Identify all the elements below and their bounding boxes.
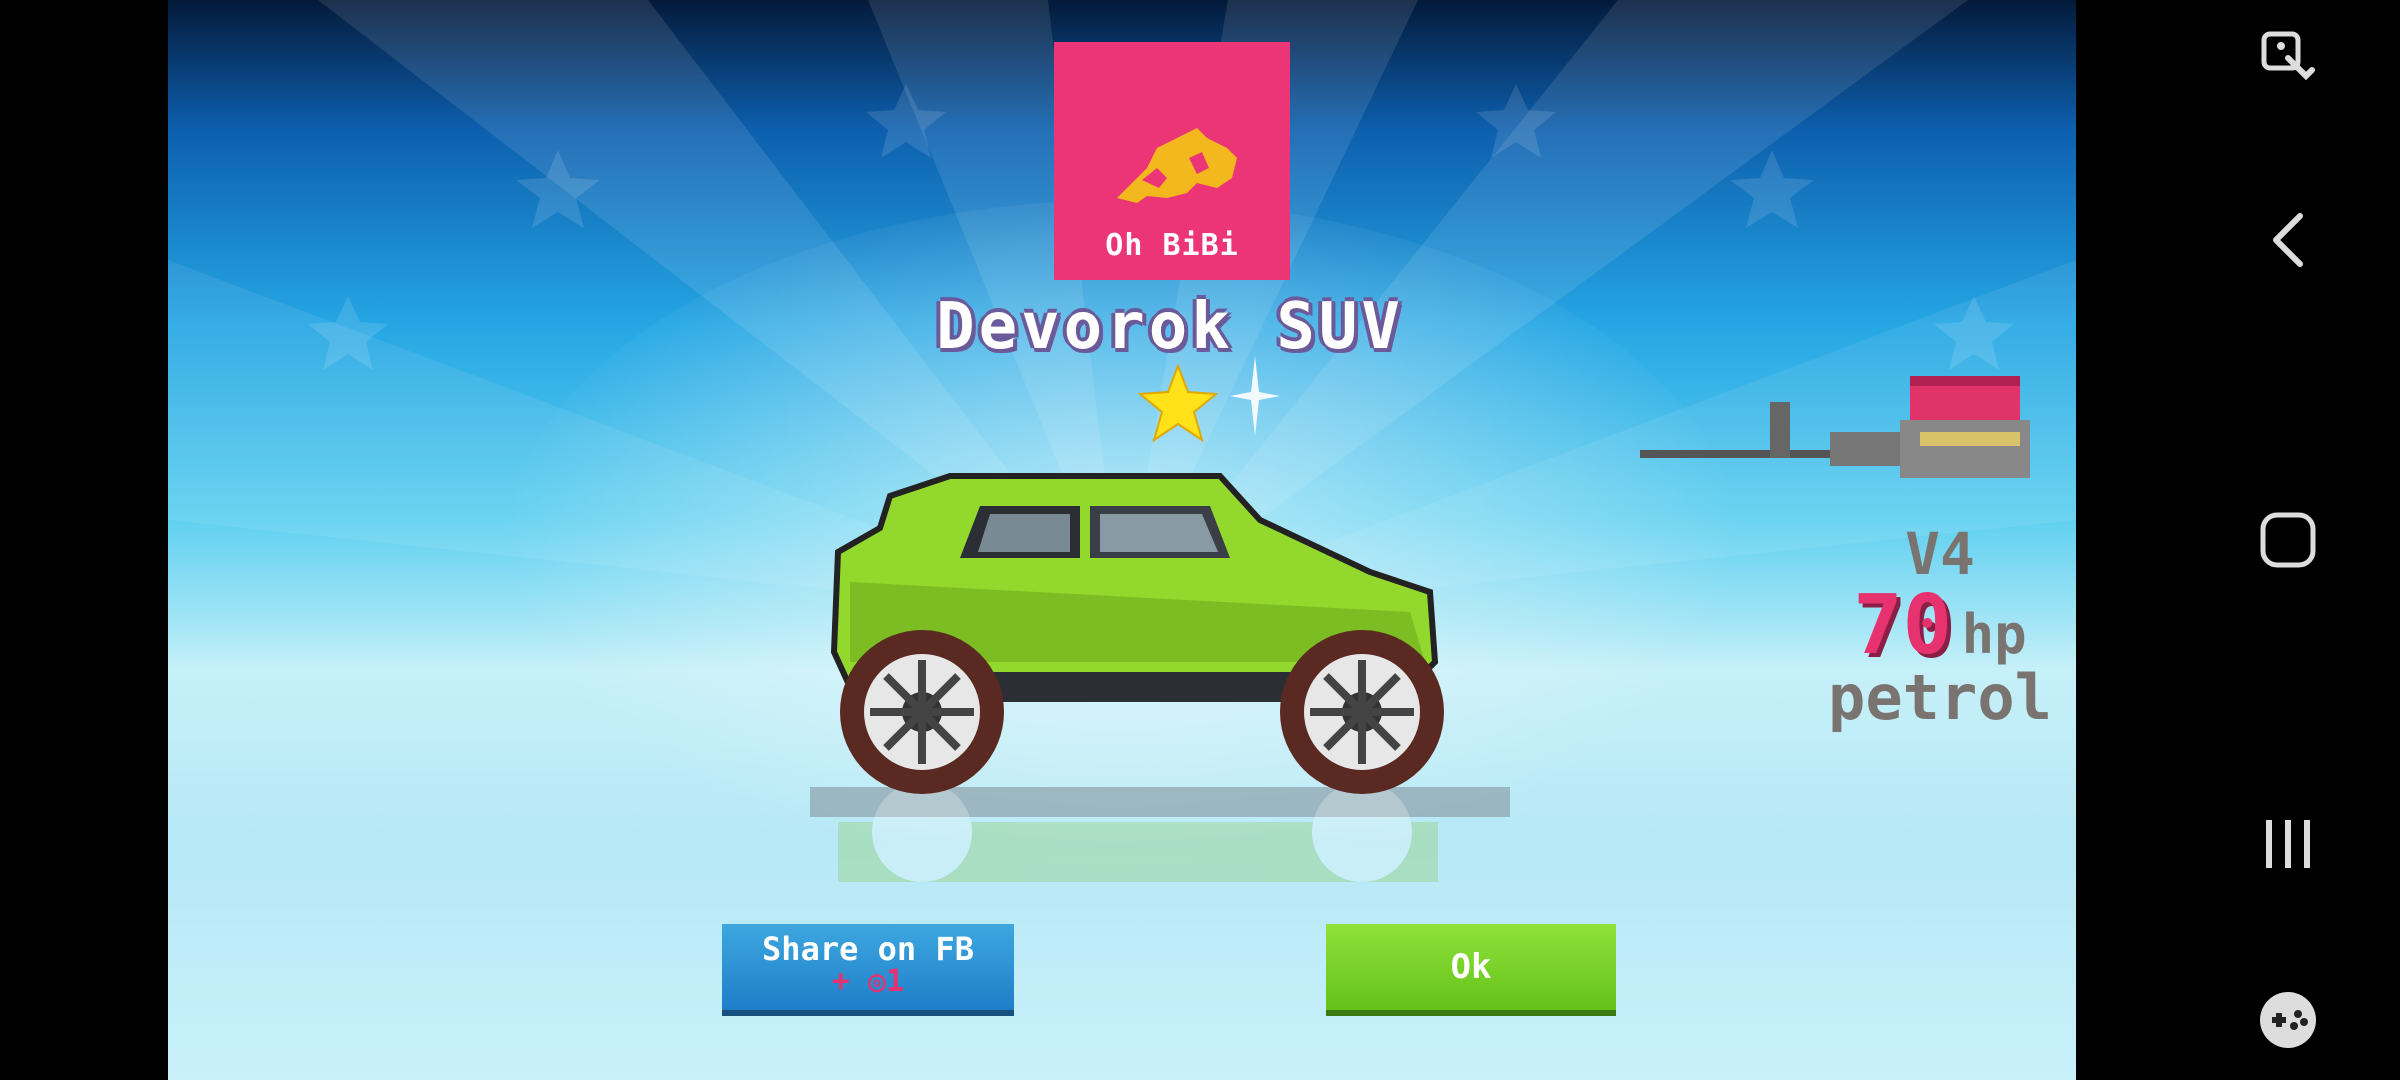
brand-badge: Oh BiBi	[1054, 42, 1290, 280]
back-icon	[2273, 213, 2303, 267]
accessibility-icon	[2261, 31, 2315, 81]
engine-fuel: petrol	[1828, 661, 2052, 734]
back-button[interactable]	[2238, 190, 2338, 290]
ok-button[interactable]: Ok	[1326, 924, 1616, 1016]
share-reward: + ◎1	[831, 964, 905, 999]
engine-stats: V4 70 hp petrol	[1780, 520, 2100, 734]
engine-power: 70 hp	[1780, 578, 2100, 673]
share-button-label: Share on FB	[762, 930, 974, 968]
engine-icon	[1640, 376, 2030, 478]
share-facebook-button[interactable]: Share on FB + ◎1	[722, 924, 1014, 1016]
car-image	[810, 473, 1510, 882]
accessibility-button[interactable]	[2238, 8, 2338, 108]
game-tools-button[interactable]	[2238, 970, 2338, 1070]
recents-button[interactable]	[2238, 794, 2338, 894]
home-icon	[2260, 512, 2316, 568]
recents-icon	[2266, 820, 2310, 868]
ok-button-label: Ok	[1450, 947, 1492, 987]
rating-star-icon	[1137, 364, 1219, 443]
system-nav-bar	[2176, 0, 2400, 1080]
brand-name: Oh BiBi	[1105, 228, 1239, 263]
car-name: Devorok SUV	[936, 290, 1404, 364]
home-button[interactable]	[2238, 490, 2338, 590]
engine-hp-unit: hp	[1961, 603, 2027, 666]
engine-hp-value: 70	[1853, 578, 1953, 673]
sparkle-icon	[1230, 356, 1280, 436]
game-tools-icon	[2260, 992, 2316, 1048]
brand-logo-icon	[1117, 128, 1237, 203]
